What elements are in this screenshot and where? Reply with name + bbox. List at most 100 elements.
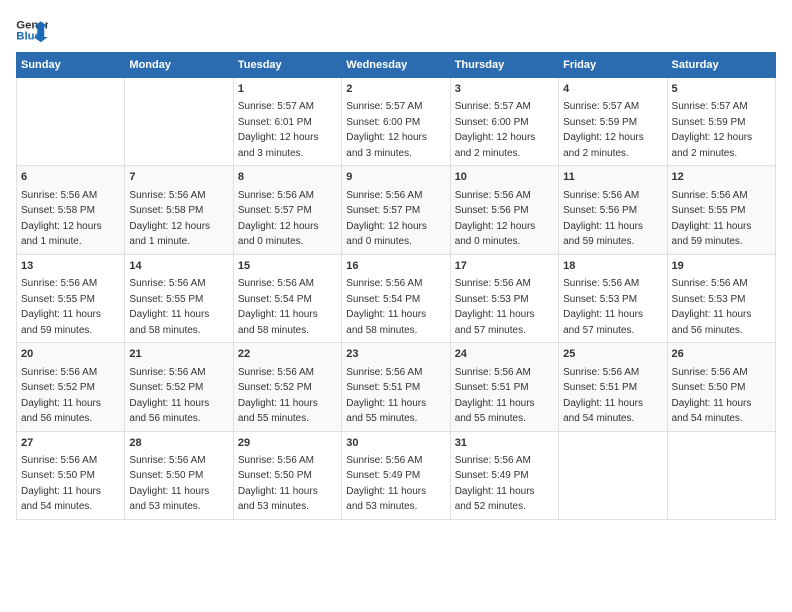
day-info: Sunrise: 5:56 AM Sunset: 5:53 PM Dayligh… (563, 278, 643, 336)
day-info: Sunrise: 5:56 AM Sunset: 5:53 PM Dayligh… (455, 278, 535, 336)
calendar-cell: 23 Sunrise: 5:56 AM Sunset: 5:51 PM Dayli… (342, 343, 450, 431)
day-number: 25 (563, 347, 662, 362)
calendar-cell: 15 Sunrise: 5:56 AM Sunset: 5:54 PM Dayli… (233, 254, 341, 342)
day-number: 9 (346, 170, 445, 185)
calendar-cell: 11 Sunrise: 5:56 AM Sunset: 5:56 PM Dayli… (559, 166, 667, 254)
day-number: 21 (129, 347, 228, 362)
day-number: 14 (129, 259, 228, 274)
calendar-cell: 14 Sunrise: 5:56 AM Sunset: 5:55 PM Dayli… (125, 254, 233, 342)
day-info: Sunrise: 5:56 AM Sunset: 5:56 PM Dayligh… (455, 190, 536, 248)
day-info: Sunrise: 5:56 AM Sunset: 5:55 PM Dayligh… (129, 278, 209, 336)
calendar-cell: 25 Sunrise: 5:56 AM Sunset: 5:51 PM Dayli… (559, 343, 667, 431)
calendar-cell (125, 78, 233, 166)
day-number: 29 (238, 436, 337, 451)
day-number: 20 (21, 347, 120, 362)
logo: General Blue (16, 16, 48, 44)
calendar-cell: 12 Sunrise: 5:56 AM Sunset: 5:55 PM Dayli… (667, 166, 775, 254)
day-number: 8 (238, 170, 337, 185)
calendar-cell: 4 Sunrise: 5:57 AM Sunset: 5:59 PM Daylig… (559, 78, 667, 166)
calendar-cell: 24Sunrise: 5:56 AM Sunset: 5:51 PM Dayli… (450, 343, 558, 431)
day-number: 3 (455, 82, 554, 97)
day-info: Sunrise: 5:56 AM Sunset: 5:52 PM Dayligh… (21, 367, 101, 425)
calendar-cell: 6 Sunrise: 5:56 AM Sunset: 5:58 PM Daylig… (17, 166, 125, 254)
calendar-cell: 29Sunrise: 5:56 AM Sunset: 5:50 PM Dayli… (233, 431, 341, 519)
day-number: 13 (21, 259, 120, 274)
calendar-cell: 18 Sunrise: 5:56 AM Sunset: 5:53 PM Dayli… (559, 254, 667, 342)
calendar-cell: 9 Sunrise: 5:56 AM Sunset: 5:57 PM Daylig… (342, 166, 450, 254)
calendar-cell: 30 Sunrise: 5:56 AM Sunset: 5:49 PM Dayli… (342, 431, 450, 519)
calendar-week-row: 27 Sunrise: 5:56 AM Sunset: 5:50 PM Dayli… (17, 431, 776, 519)
day-number: 11 (563, 170, 662, 185)
day-info: Sunrise: 5:56 AM Sunset: 5:55 PM Dayligh… (672, 190, 752, 248)
calendar-cell: 8 Sunrise: 5:56 AM Sunset: 5:57 PM Daylig… (233, 166, 341, 254)
day-info: Sunrise: 5:56 AM Sunset: 5:58 PM Dayligh… (21, 190, 102, 248)
day-number: 2 (346, 82, 445, 97)
day-number: 17 (455, 259, 554, 274)
header-row: SundayMondayTuesdayWednesdayThursdayFrid… (17, 53, 776, 78)
calendar-cell: 5 Sunrise: 5:57 AM Sunset: 5:59 PM Daylig… (667, 78, 775, 166)
calendar-cell: 1Sunrise: 5:57 AM Sunset: 6:01 PM Daylig… (233, 78, 341, 166)
calendar-cell: 2Sunrise: 5:57 AM Sunset: 6:00 PM Daylig… (342, 78, 450, 166)
day-number: 31 (455, 436, 554, 451)
day-info: Sunrise: 5:56 AM Sunset: 5:55 PM Dayligh… (21, 278, 101, 336)
day-number: 15 (238, 259, 337, 274)
calendar-table: SundayMondayTuesdayWednesdayThursdayFrid… (16, 52, 776, 520)
calendar-cell: 22 Sunrise: 5:56 AM Sunset: 5:52 PM Dayli… (233, 343, 341, 431)
calendar-cell: 16Sunrise: 5:56 AM Sunset: 5:54 PM Dayli… (342, 254, 450, 342)
day-number: 12 (672, 170, 771, 185)
calendar-cell: 3Sunrise: 5:57 AM Sunset: 6:00 PM Daylig… (450, 78, 558, 166)
day-info: Sunrise: 5:56 AM Sunset: 5:53 PM Dayligh… (672, 278, 752, 336)
day-info: Sunrise: 5:56 AM Sunset: 5:50 PM Dayligh… (129, 455, 209, 513)
calendar-cell: 28 Sunrise: 5:56 AM Sunset: 5:50 PM Dayli… (125, 431, 233, 519)
day-number: 30 (346, 436, 445, 451)
day-header: Wednesday (342, 53, 450, 78)
day-info: Sunrise: 5:56 AM Sunset: 5:50 PM Dayligh… (21, 455, 101, 513)
day-info: Sunrise: 5:56 AM Sunset: 5:58 PM Dayligh… (129, 190, 210, 248)
calendar-week-row: 6 Sunrise: 5:56 AM Sunset: 5:58 PM Daylig… (17, 166, 776, 254)
day-info: Sunrise: 5:56 AM Sunset: 5:56 PM Dayligh… (563, 190, 643, 248)
day-info: Sunrise: 5:56 AM Sunset: 5:51 PM Dayligh… (563, 367, 643, 425)
calendar-cell (667, 431, 775, 519)
day-info: Sunrise: 5:56 AM Sunset: 5:52 PM Dayligh… (238, 367, 318, 425)
day-info: Sunrise: 5:56 AM Sunset: 5:49 PM Dayligh… (455, 455, 535, 513)
calendar-cell: 26Sunrise: 5:56 AM Sunset: 5:50 PM Dayli… (667, 343, 775, 431)
day-info: Sunrise: 5:56 AM Sunset: 5:52 PM Dayligh… (129, 367, 209, 425)
calendar-cell (559, 431, 667, 519)
day-header: Monday (125, 53, 233, 78)
day-number: 26 (672, 347, 771, 362)
header: General Blue (16, 16, 776, 44)
day-info: Sunrise: 5:56 AM Sunset: 5:54 PM Dayligh… (238, 278, 318, 336)
day-number: 4 (563, 82, 662, 97)
day-info: Sunrise: 5:57 AM Sunset: 6:01 PM Dayligh… (238, 101, 319, 159)
day-header: Saturday (667, 53, 775, 78)
calendar-week-row: 1Sunrise: 5:57 AM Sunset: 6:01 PM Daylig… (17, 78, 776, 166)
day-number: 10 (455, 170, 554, 185)
day-info: Sunrise: 5:57 AM Sunset: 5:59 PM Dayligh… (672, 101, 753, 159)
day-number: 18 (563, 259, 662, 274)
day-info: Sunrise: 5:56 AM Sunset: 5:51 PM Dayligh… (346, 367, 426, 425)
calendar-cell: 21 Sunrise: 5:56 AM Sunset: 5:52 PM Dayli… (125, 343, 233, 431)
day-info: Sunrise: 5:56 AM Sunset: 5:57 PM Dayligh… (238, 190, 319, 248)
day-number: 5 (672, 82, 771, 97)
logo-icon: General Blue (16, 16, 48, 44)
day-number: 23 (346, 347, 445, 362)
day-info: Sunrise: 5:57 AM Sunset: 5:59 PM Dayligh… (563, 101, 644, 159)
day-number: 22 (238, 347, 337, 362)
day-number: 28 (129, 436, 228, 451)
day-info: Sunrise: 5:56 AM Sunset: 5:54 PM Dayligh… (346, 278, 426, 336)
day-info: Sunrise: 5:56 AM Sunset: 5:49 PM Dayligh… (346, 455, 426, 513)
calendar-cell (17, 78, 125, 166)
day-info: Sunrise: 5:56 AM Sunset: 5:57 PM Dayligh… (346, 190, 427, 248)
calendar-cell: 27 Sunrise: 5:56 AM Sunset: 5:50 PM Dayli… (17, 431, 125, 519)
day-number: 24 (455, 347, 554, 362)
calendar-cell: 7Sunrise: 5:56 AM Sunset: 5:58 PM Daylig… (125, 166, 233, 254)
calendar-cell: 20 Sunrise: 5:56 AM Sunset: 5:52 PM Dayli… (17, 343, 125, 431)
day-number: 6 (21, 170, 120, 185)
calendar-cell: 17 Sunrise: 5:56 AM Sunset: 5:53 PM Dayli… (450, 254, 558, 342)
calendar-week-row: 20 Sunrise: 5:56 AM Sunset: 5:52 PM Dayli… (17, 343, 776, 431)
day-header: Thursday (450, 53, 558, 78)
svg-text:Blue: Blue (16, 31, 41, 43)
day-number: 27 (21, 436, 120, 451)
calendar-cell: 13 Sunrise: 5:56 AM Sunset: 5:55 PM Dayli… (17, 254, 125, 342)
calendar-cell: 10 Sunrise: 5:56 AM Sunset: 5:56 PM Dayli… (450, 166, 558, 254)
